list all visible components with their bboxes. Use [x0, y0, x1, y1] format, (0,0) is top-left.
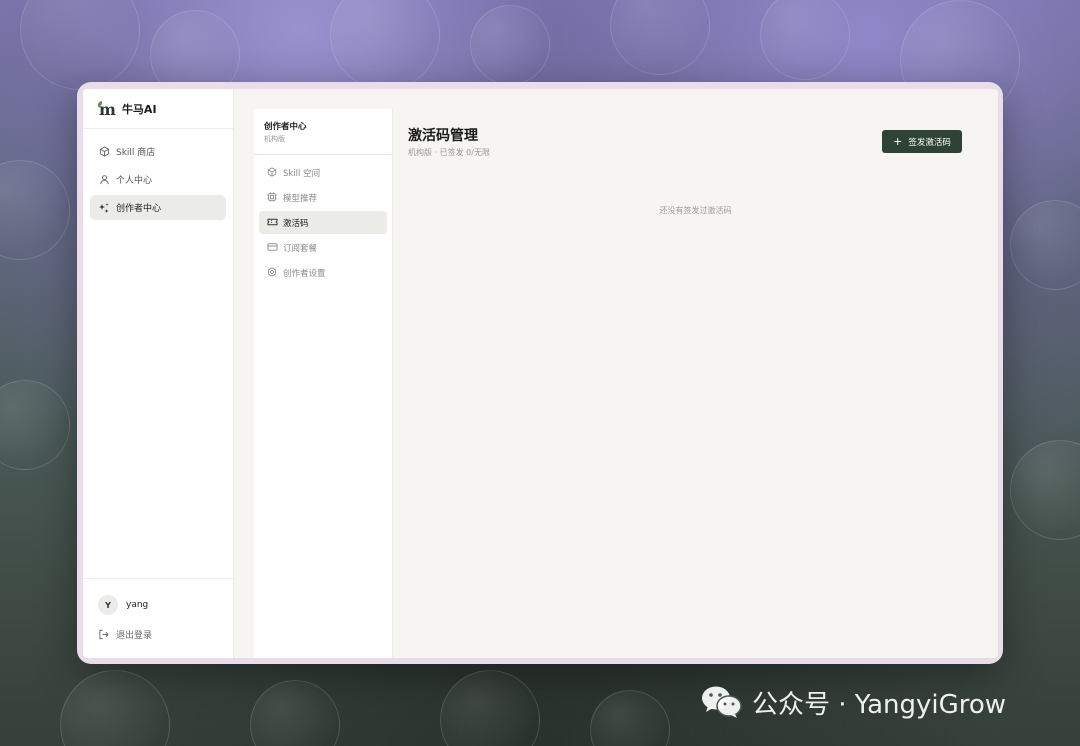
background-bubble	[60, 670, 170, 746]
cube-icon	[267, 167, 278, 178]
sidebar: m 牛马AI Skill 商店 个人中心 创作者中心 Y yang 退出登录	[83, 89, 234, 658]
subnav-item-label: 模型推荐	[283, 193, 318, 204]
sidebar-item-label: Skill 商店	[116, 148, 156, 158]
user-name: yang	[126, 600, 149, 610]
logout-button[interactable]: 退出登录	[98, 628, 152, 641]
subnav-title: 创作者中心	[264, 122, 307, 132]
creator-subnav: 创作者中心 机构版 Skill 空间 模型推荐 激活码 订阅套餐 创作者设置	[254, 109, 393, 658]
user-profile[interactable]: Y yang	[98, 595, 148, 615]
sidebar-item-label: 个人中心	[116, 176, 153, 186]
background-bubble	[250, 680, 340, 746]
logout-icon	[98, 629, 110, 641]
wechat-icon	[700, 684, 744, 720]
chip-icon	[267, 192, 278, 203]
brand: m 牛马AI	[96, 100, 157, 119]
background-bubble	[20, 0, 140, 90]
background-bubble	[590, 690, 670, 746]
subnav-item-activation-code[interactable]: 激活码	[259, 211, 387, 234]
plus-icon: +	[893, 135, 903, 148]
background-bubble	[0, 380, 70, 470]
issue-activation-code-button[interactable]: + 签发激活码	[882, 130, 962, 153]
brand-name: 牛马AI	[121, 103, 157, 116]
divider	[254, 154, 392, 155]
brand-logo-icon: m	[96, 100, 116, 119]
subnav-item-model-recommend[interactable]: 模型推荐	[259, 186, 387, 209]
background-bubble	[470, 5, 550, 85]
empty-state-text: 还没有签发过激活码	[659, 206, 732, 215]
watermark: 公众号 · YangyiGrow	[700, 684, 1006, 720]
background-bubble	[610, 0, 710, 75]
subnav-item-label: Skill 空间	[283, 168, 321, 179]
subnav-item-label: 激活码	[283, 218, 309, 229]
cube-icon	[98, 146, 110, 158]
background-bubble	[760, 0, 850, 80]
avatar: Y	[98, 595, 118, 615]
sidebar-item-profile[interactable]: 个人中心	[90, 167, 226, 192]
gear-icon	[267, 267, 278, 278]
sidebar-item-creator-center[interactable]: 创作者中心	[90, 195, 226, 220]
background-bubble	[1010, 440, 1080, 540]
background-bubble	[330, 0, 440, 90]
subnav-subtitle: 机构版	[264, 135, 285, 143]
issue-button-label: 签发激活码	[908, 137, 951, 148]
subnav-item-skill-space[interactable]: Skill 空间	[259, 161, 387, 184]
card-icon	[267, 242, 278, 253]
logout-label: 退出登录	[116, 631, 153, 641]
subnav-item-creator-settings[interactable]: 创作者设置	[259, 261, 387, 284]
background-bubble	[1010, 200, 1080, 290]
divider	[83, 128, 233, 129]
sparkles-icon	[98, 202, 110, 214]
subnav-item-subscription[interactable]: 订阅套餐	[259, 236, 387, 259]
subnav-item-label: 订阅套餐	[283, 243, 318, 254]
watermark-text: 公众号 · YangyiGrow	[752, 689, 1007, 720]
page-subtitle: 机构版 · 已签发 0/无限	[408, 148, 490, 157]
sidebar-item-label: 创作者中心	[116, 204, 162, 214]
user-icon	[98, 174, 110, 186]
sidebar-item-skill-store[interactable]: Skill 商店	[90, 139, 226, 164]
sidebar-nav: Skill 商店 个人中心 创作者中心	[90, 139, 226, 223]
subnav-item-label: 创作者设置	[283, 268, 326, 279]
subnav-list: Skill 空间 模型推荐 激活码 订阅套餐 创作者设置	[259, 161, 387, 286]
background-bubble	[0, 160, 70, 260]
ticket-icon	[267, 217, 278, 228]
divider	[83, 578, 233, 579]
app-window: m 牛马AI Skill 商店 个人中心 创作者中心 Y yang 退出登录 创…	[83, 89, 998, 658]
page-title: 激活码管理	[408, 128, 478, 144]
background-bubble	[440, 670, 540, 746]
